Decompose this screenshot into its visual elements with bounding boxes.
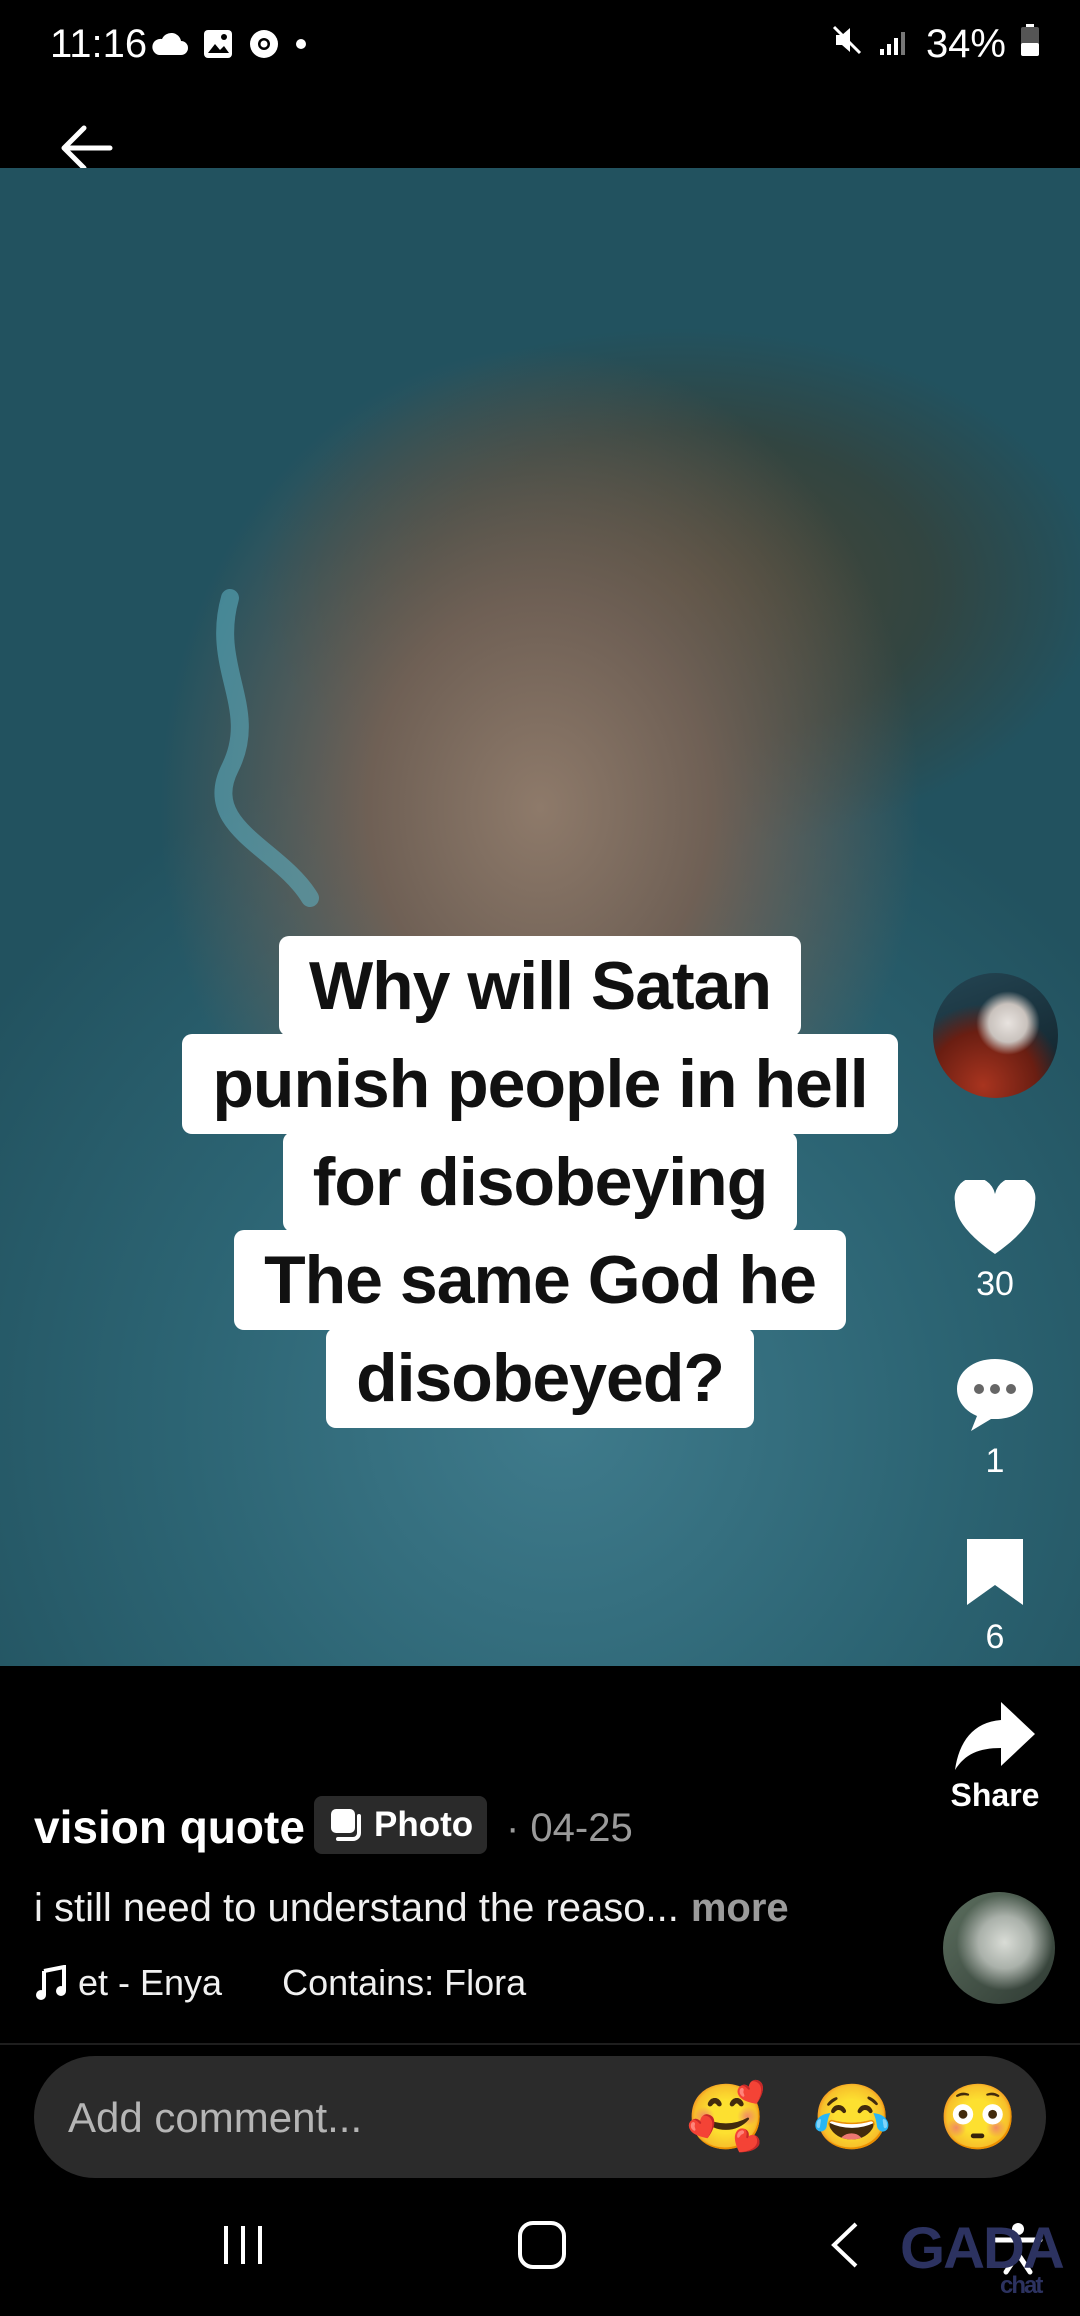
like-count: 30 [976, 1265, 1014, 1303]
photo-type-badge: Photo [314, 1796, 488, 1854]
creator-avatar[interactable] [933, 973, 1058, 1098]
nav-back-button[interactable] [826, 2220, 866, 2275]
home-icon [518, 2221, 566, 2269]
status-right: 34% [830, 22, 1040, 67]
photo-badge-label: Photo [374, 1805, 474, 1844]
status-bar: 11:16 34% [0, 0, 1080, 95]
caption-line: for disobeying [282, 1132, 798, 1232]
caption-overlay: Why will Satan punish people in hell for… [0, 936, 1080, 1428]
comment-button[interactable]: 1 [925, 1355, 1065, 1481]
recents-button[interactable] [218, 2220, 268, 2275]
comment-bubble-icon [957, 1359, 1033, 1431]
status-time: 11:16 [50, 22, 148, 66]
mute-icon [830, 22, 864, 67]
cloud-icon [150, 31, 188, 62]
username[interactable]: vision quote [34, 1800, 305, 1854]
comment-count: 1 [985, 1442, 1005, 1480]
share-arrow-icon [955, 1702, 1035, 1770]
caption-line: disobeyed? [326, 1328, 754, 1428]
signal-icon [878, 22, 912, 67]
bookmark-icon [967, 1539, 1023, 1605]
emoji-laughing[interactable]: 😂 [812, 2082, 892, 2152]
caption-line: punish people in hell [182, 1034, 898, 1134]
contains-label: Contains: Flora [282, 1962, 527, 2003]
caption-line: Why will Satan [278, 936, 802, 1036]
chrome-icon [248, 28, 280, 65]
heart-icon [954, 1177, 1036, 1254]
comment-input-placeholder[interactable]: Add comment... [68, 2094, 362, 2142]
recents-icon [224, 2226, 262, 2264]
chevron-left-icon [831, 2222, 858, 2268]
home-button[interactable] [515, 2218, 569, 2277]
battery-icon [1020, 22, 1040, 67]
description-text: i still need to understand the reaso... [34, 1886, 679, 1930]
post-description: i still need to understand the reaso... m… [34, 1886, 789, 1931]
photo-mode-icon [331, 1809, 361, 1841]
sound-avatar[interactable] [943, 1892, 1055, 2004]
music-note-icon [36, 1965, 66, 2000]
dot-icon [294, 37, 308, 56]
save-count: 6 [985, 1618, 1005, 1656]
share-button[interactable]: Share [925, 1698, 1065, 1814]
save-button[interactable]: 6 [925, 1535, 1065, 1657]
emoji-flushed[interactable]: 😳 [938, 2082, 1018, 2152]
divider [0, 2043, 1080, 2045]
status-left-icons [150, 28, 308, 65]
share-label: Share [950, 1777, 1040, 1813]
emoji-smiling-hearts[interactable]: 🥰 [686, 2082, 766, 2152]
post-photo[interactable] [0, 168, 1080, 1666]
gallery-icon [202, 28, 234, 65]
post-date: · 04-25 [506, 1806, 633, 1850]
smoke-wisp [214, 589, 319, 907]
more-link[interactable]: more [691, 1886, 789, 1930]
music-row[interactable]: et - Enya Contains: Flora [34, 1962, 526, 2004]
music-title: et - Enya [78, 1962, 223, 2003]
caption-line: The same God he [234, 1230, 846, 1330]
battery-percent: 34% [925, 22, 1006, 66]
watermark-logo: GADA chat [900, 2215, 1065, 2300]
like-button[interactable]: 30 [925, 1177, 1065, 1304]
comment-bar[interactable]: Add comment... 🥰 😂 😳 [34, 2056, 1046, 2178]
